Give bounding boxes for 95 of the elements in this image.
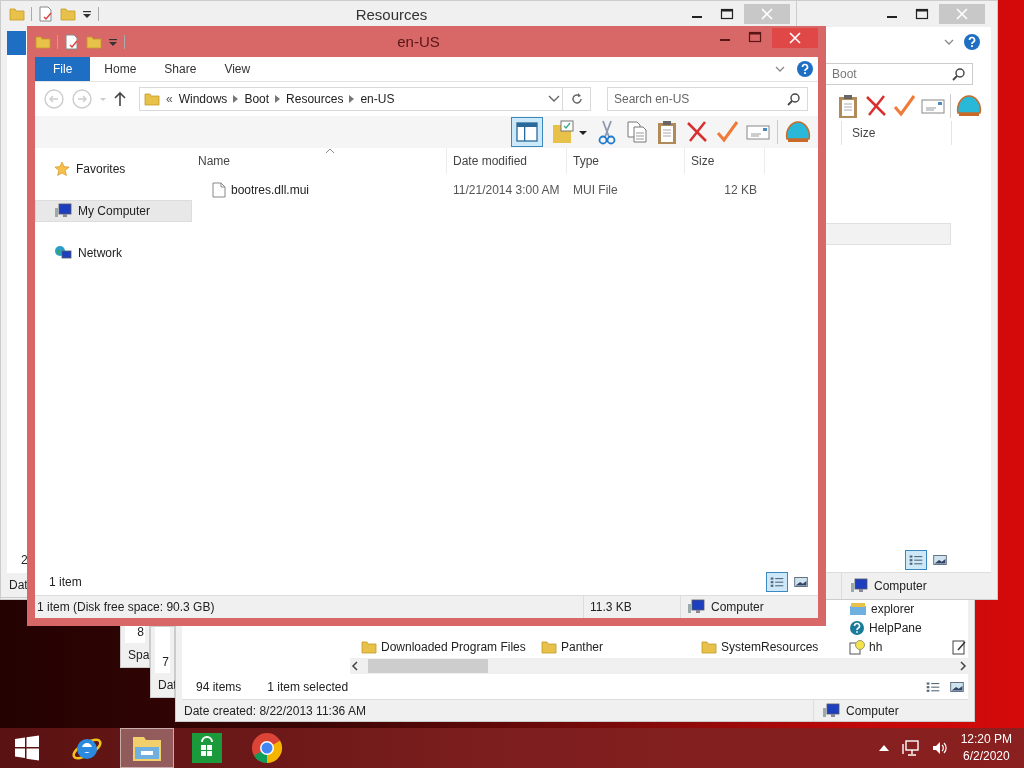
computer-icon [850,578,868,594]
clipboard-icon[interactable] [836,93,860,119]
window-title: en-US [396,33,441,50]
help-icon[interactable] [963,33,981,51]
item-count: 1 item [49,575,82,589]
file-name[interactable]: Panther [561,640,604,654]
store-bag-icon[interactable] [192,733,222,763]
preview-pane-icon[interactable] [511,117,543,147]
new-folder-icon [60,6,76,22]
ribbon-tab[interactable]: File [35,57,91,81]
caret-up-icon[interactable] [878,744,889,752]
status-location: Computer [846,703,899,718]
file-name[interactable]: explorer [871,602,915,616]
taskbar-button[interactable] [120,728,174,768]
status-text: Dat [9,578,28,592]
refresh-button[interactable] [563,87,591,111]
details-view-icon[interactable] [905,550,927,570]
status-size: 11.3 KB [590,600,632,614]
computer-icon [822,702,840,719]
sort-caret-icon [326,148,334,154]
item-count: 94 items [196,680,242,694]
properties-icon[interactable] [64,33,80,50]
file-name[interactable]: Downloaded Program Files [381,640,526,654]
status-location: Computer [874,579,927,593]
folder-icon [701,639,717,655]
table-cell: 11/21/2014 3:00 AM [453,183,560,197]
breadcrumb-arrow-icon[interactable] [233,95,239,103]
properties-icon[interactable] [38,6,54,22]
file-icon [212,182,226,198]
status-location: Computer [711,600,764,614]
search-icon[interactable] [952,67,966,81]
close-icon [761,8,773,20]
file-name[interactable]: HelpPane [869,621,922,635]
table-cell: 12 KB [724,183,757,197]
folder-icon [361,639,377,655]
refresh-icon [569,92,584,106]
details-view-icon[interactable] [766,572,788,592]
folder-icon [541,639,557,655]
search-field[interactable]: Boot [825,63,973,85]
navigation-item[interactable]: Favorites [35,158,192,180]
windows-logo-icon[interactable] [14,735,40,761]
navigation-item[interactable]: My Computer [35,200,192,222]
list-text: 7 [162,655,169,669]
computer-icon [54,203,72,219]
checkmark-icon[interactable] [892,93,916,119]
ribbon-tab[interactable]: View [210,57,265,81]
column-header[interactable]: Name [192,148,447,174]
file-details: Date created: 8/22/2013 11:36 AM [183,703,366,718]
list-text: 2 [21,553,29,567]
list-text: 8 [137,625,144,639]
file-name[interactable]: hh [869,640,883,654]
clock-time[interactable]: 12:20 PM [960,731,1012,748]
new-folder-icon [86,33,102,50]
status-text: Dat [158,678,177,692]
file-name[interactable]: bootres.dll.mui [231,183,310,197]
help-icon [849,620,865,636]
file-name[interactable]: SystemResources [721,640,819,654]
clipboard-icon[interactable] [655,119,679,145]
up-arrow-icon[interactable] [113,91,127,107]
horizontal-scrollbar[interactable] [350,658,968,674]
search-icon[interactable] [787,92,801,106]
star-icon [54,161,70,177]
close-icon [956,8,968,20]
close-icon [789,32,801,44]
status-text: 1 item (Disk free space: 90.3 GB) [36,600,216,614]
window-title: Resources [354,5,429,23]
network-icon[interactable] [900,739,919,757]
computer-icon [687,599,705,615]
checkmark-icon[interactable] [715,119,739,145]
copy-icon[interactable] [625,119,649,145]
selection-count: 1 item selected [267,680,349,694]
table-cell: MUI File [573,183,618,197]
network-icon [54,245,72,261]
help-icon[interactable] [796,60,814,78]
navigation-item[interactable]: Network [35,242,192,264]
column-header[interactable]: Type [567,148,685,174]
ribbon-tab[interactable]: Home [90,57,151,81]
folder-icon [9,6,25,22]
status-text: Spa [128,648,150,662]
explorer-app-icon [849,601,867,617]
breadcrumb-arrow-icon[interactable] [349,95,355,103]
close-button[interactable] [772,28,818,48]
breadcrumb-arrow-icon[interactable] [275,95,281,103]
scroll-right-icon[interactable] [958,661,968,671]
column-header[interactable]: Date modified [447,148,567,174]
clock-date[interactable]: 6/2/2020 [962,748,1010,765]
search-field[interactable]: Search en-US [607,87,808,111]
shell-icon[interactable] [955,93,983,119]
address-bar[interactable]: « Windows Boot Resources en-US [139,87,563,111]
chrome-icon[interactable] [251,732,283,764]
folder-icon [35,33,51,50]
shell-icon[interactable] [784,119,812,145]
ribbon-tab[interactable]: Share [150,57,211,81]
column-header[interactable]: Size [685,148,765,174]
scroll-left-icon[interactable] [350,661,360,671]
